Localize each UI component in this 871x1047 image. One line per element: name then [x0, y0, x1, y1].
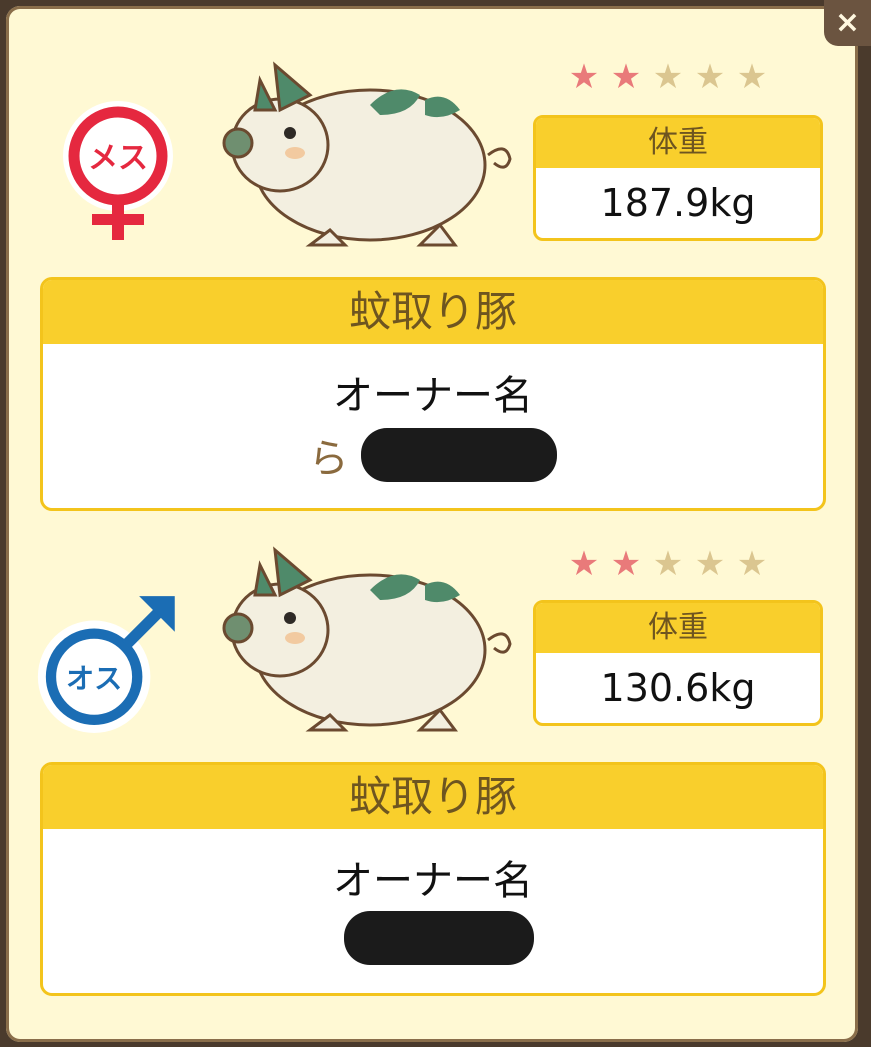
owner-label: オーナー名	[333, 858, 533, 904]
owner-name-text: ら	[308, 436, 349, 482]
female-symbol-icon: メス	[63, 101, 173, 240]
star-empty-icon: ★	[652, 544, 684, 584]
star-empty-icon: ★	[736, 57, 768, 97]
owner-name	[43, 911, 823, 967]
pig-card-male: オス ★ ★ ★ ★ ★ 体重 130.6kg 蚊取り豚 オーナー名	[0, 485, 871, 996]
weight-label: 体重	[536, 118, 820, 168]
owner-label: オーナー名	[333, 373, 533, 419]
rating-stars: ★ ★ ★ ★ ★	[566, 60, 770, 94]
pig-illustration	[222, 61, 512, 247]
redaction-mark	[361, 428, 558, 482]
owner-info-box: 蚊取り豚 オーナー名 ら	[40, 277, 826, 511]
star-empty-icon: ★	[736, 544, 768, 584]
male-symbol-icon: オス	[37, 596, 175, 733]
breed-name: 蚊取り豚	[43, 765, 823, 829]
weight-box: 体重 130.6kg	[533, 600, 823, 726]
weight-value: 130.6kg	[600, 666, 756, 710]
star-empty-icon: ★	[694, 57, 726, 97]
pig-illustration	[222, 546, 512, 732]
gender-label: オス	[66, 662, 122, 695]
weight-box: 体重 187.9kg	[533, 115, 823, 241]
redaction-mark	[344, 911, 535, 965]
owner-name: ら	[43, 426, 823, 482]
rating-stars: ★ ★ ★ ★ ★	[566, 547, 770, 581]
star-filled-icon: ★	[610, 544, 642, 584]
weight-value: 187.9kg	[600, 181, 756, 225]
star-filled-icon: ★	[610, 57, 642, 97]
gender-label: メス	[88, 141, 148, 176]
breed-name: 蚊取り豚	[43, 280, 823, 344]
star-filled-icon: ★	[568, 544, 600, 584]
star-empty-icon: ★	[652, 57, 684, 97]
star-filled-icon: ★	[568, 57, 600, 97]
pig-card-female: メス ★ ★ ★ ★ ★ 体重 187.9kg 蚊取り豚 オーナー名 ら	[0, 0, 871, 511]
weight-label: 体重	[536, 603, 820, 653]
owner-info-box: 蚊取り豚 オーナー名	[40, 762, 826, 996]
star-empty-icon: ★	[694, 544, 726, 584]
